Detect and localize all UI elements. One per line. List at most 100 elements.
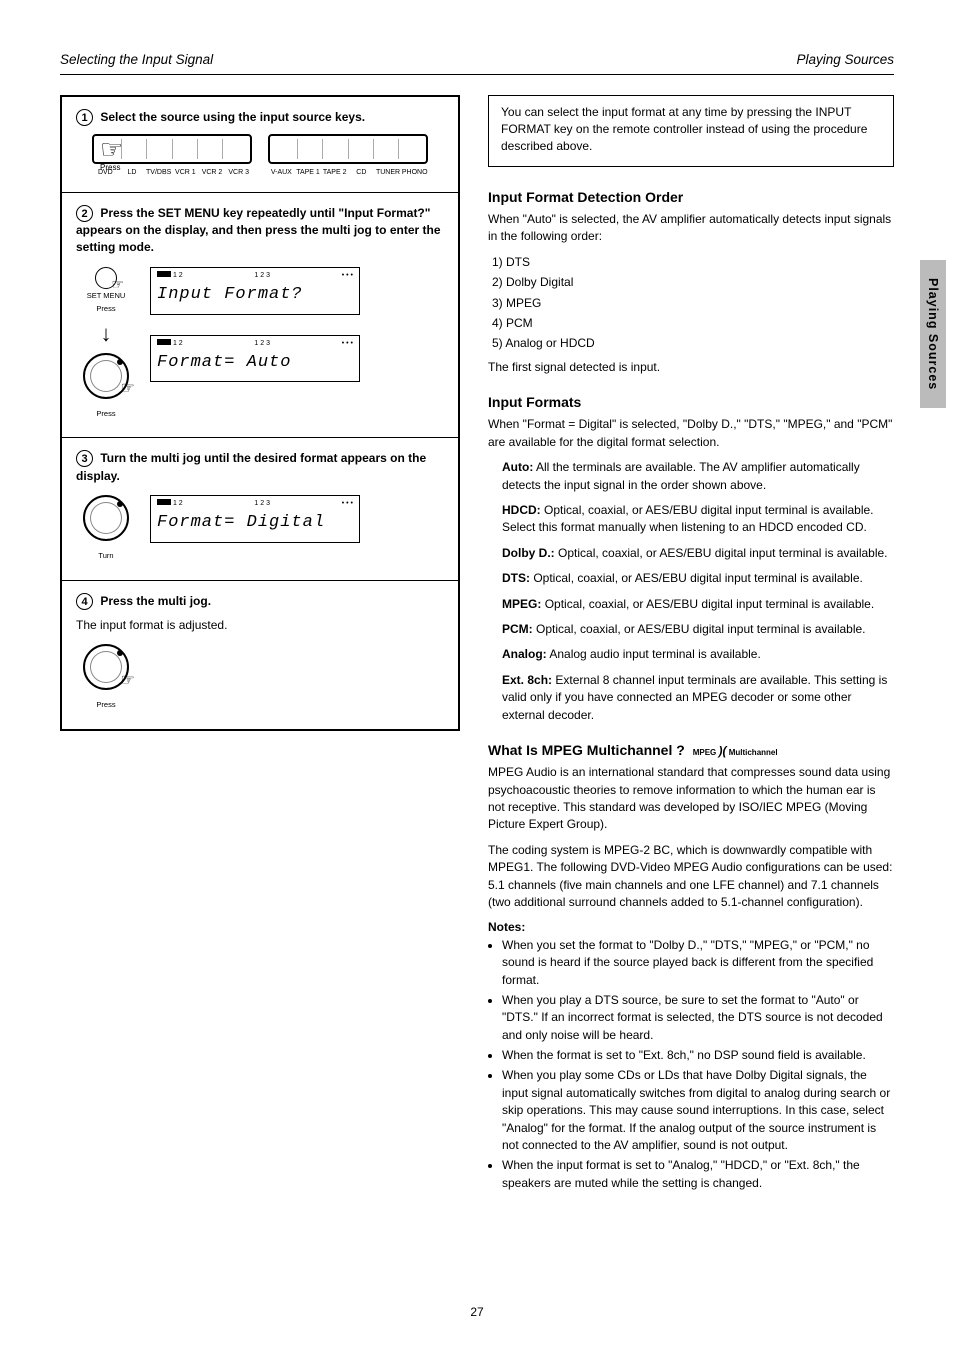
key-tape2: TAPE 2 [321, 168, 348, 178]
note-2: When you play a DTS source, be sure to s… [502, 992, 894, 1044]
lcd3-text: Format= Digital [157, 511, 353, 536]
steps-box: 1 Select the source using the input sour… [60, 95, 460, 731]
lcd3-topmid: 1 2 [173, 500, 183, 507]
mpeg-heading-text: What Is MPEG Multichannel ? [488, 742, 685, 758]
def-pcm: PCM: Optical, coaxial, or AES/EBU digita… [502, 621, 894, 638]
def-dolby-desc: Optical, coaxial, or AES/EBU digital inp… [558, 546, 888, 560]
def-ext8ch: Ext. 8ch: External 8 channel input termi… [502, 672, 894, 724]
press-label-2: Press [87, 304, 126, 315]
def-auto: Auto: All the terminals are available. T… [502, 459, 894, 494]
lcd1-text: Input Format? [157, 283, 353, 308]
note-3: When the format is set to "Ext. 8ch," no… [502, 1047, 894, 1064]
lcd1-topmid: 1 2 [173, 272, 183, 279]
header-left: Selecting the Input Signal [60, 50, 213, 70]
set-menu-key-icon[interactable]: ☞ SET MENU Press [87, 267, 126, 315]
lcd-screen-1: 1 2 1 2 3 • • • Input Format? [150, 267, 360, 315]
step-3-title: Turn the multi jog until the desired for… [76, 451, 426, 482]
order-note: The first signal detected is input. [488, 359, 894, 376]
key-vcr2: VCR 2 [199, 168, 226, 178]
def-pcm-name: PCM: [502, 622, 533, 636]
multi-jog-knob-icon[interactable] [83, 353, 129, 399]
def-dts: DTS: Optical, coaxial, or AES/EBU digita… [502, 570, 894, 587]
key-vcr1: VCR 1 [172, 168, 199, 178]
lcd1-dots: • • • [342, 271, 353, 281]
def-dolby-name: Dolby D.: [502, 546, 555, 560]
def-analog: Analog: Analog audio input terminal is a… [502, 646, 894, 663]
key-tuner: TUNER [375, 168, 402, 178]
lcd1-topmid2: 1 2 3 [254, 271, 270, 281]
note-4: When you play some CDs or LDs that have … [502, 1067, 894, 1154]
def-ext8ch-name: Ext. 8ch: [502, 673, 552, 687]
key-phono: PHONO [401, 168, 428, 178]
right-column: You can select the input format at any t… [488, 95, 894, 1199]
header-right: Playing Sources [796, 50, 894, 70]
order-para: When "Auto" is selected, the AV amplifie… [488, 211, 894, 246]
lcd2-dots: • • • [342, 339, 353, 349]
step-4-title: Press the multi jog. [100, 594, 211, 608]
step-1-title: Select the source using the input source… [100, 110, 365, 124]
page-number: 27 [0, 1304, 954, 1321]
notes-list: When you set the format to "Dolby D.," "… [502, 937, 894, 1192]
step-2: 2 Press the SET MENU key repeatedly unti… [62, 193, 458, 439]
def-hdcd: HDCD: Optical, coaxial, or AES/EBU digit… [502, 502, 894, 537]
order-item-5: 5) Analog or HDCD [492, 335, 894, 352]
step-4: 4 Press the multi jog. The input format … [62, 581, 458, 729]
order-item-3: 3) MPEG [492, 295, 894, 312]
step-1: 1 Select the source using the input sour… [62, 97, 458, 193]
def-dts-desc: Optical, coaxial, or AES/EBU digital inp… [533, 571, 863, 585]
press-label-4: Press [96, 700, 115, 711]
def-analog-desc: Analog audio input terminal is available… [549, 647, 760, 661]
def-mpeg-desc: Optical, coaxial, or AES/EBU digital inp… [545, 597, 875, 611]
def-dts-name: DTS: [502, 571, 530, 585]
order-list: 1) DTS 2) Dolby Digital 3) MPEG 4) PCM 5… [492, 254, 894, 353]
multi-jog-turn-icon[interactable] [83, 495, 129, 541]
lcd2-text: Format= Auto [157, 351, 353, 376]
def-pcm-desc: Optical, coaxial, or AES/EBU digital inp… [536, 622, 866, 636]
step-2-num: 2 [76, 205, 93, 222]
step-3-num: 3 [76, 450, 93, 467]
tip-box: You can select the input format at any t… [488, 95, 894, 167]
lcd2-topmid2: 1 2 3 [254, 339, 270, 349]
main-columns: 1 Select the source using the input sour… [60, 95, 894, 1199]
mpeg-multichannel-logo-icon: MPEG )( Multichannel [693, 743, 778, 760]
def-mpeg: MPEG: Optical, coaxial, or AES/EBU digit… [502, 596, 894, 613]
hand-icon: ☞ [100, 134, 123, 164]
def-mpeg-name: MPEG: [502, 597, 541, 611]
tip-text: You can select the input format at any t… [501, 104, 881, 156]
lcd3-dots: • • • [342, 499, 353, 509]
turn-label: Turn [98, 551, 113, 562]
def-auto-name: Auto: [502, 460, 533, 474]
def-ext8ch-desc: External 8 channel input terminals are a… [502, 673, 887, 722]
order-item-2: 2) Dolby Digital [492, 274, 894, 291]
key-tvdbs: TV/DBS [145, 168, 172, 178]
step-2-title: Press the SET MENU key repeatedly until … [76, 206, 441, 255]
lcd-screen-2: 1 2 1 2 3 • • • Format= Auto [150, 335, 360, 383]
key-vcr3: VCR 3 [225, 168, 252, 178]
key-vaux: V-AUX [268, 168, 295, 178]
key-tape1: TAPE 1 [295, 168, 322, 178]
lcd2-topmid: 1 2 [173, 340, 183, 347]
step-4-body: The input format is adjusted. [76, 617, 444, 634]
left-column: 1 Select the source using the input sour… [60, 95, 460, 731]
sidebar-tab: Playing Sources [920, 260, 946, 408]
keypad-right[interactable] [268, 134, 428, 164]
order-item-1: 1) DTS [492, 254, 894, 271]
def-hdcd-desc: Optical, coaxial, or AES/EBU digital inp… [502, 503, 874, 534]
key-cd: CD [348, 168, 375, 178]
def-hdcd-name: HDCD: [502, 503, 541, 517]
formats-heading: Input Formats [488, 392, 894, 412]
lcd-screen-3: 1 2 1 2 3 • • • Format= Digital [150, 495, 360, 543]
mpeg-p1: MPEG Audio is an international standard … [488, 764, 894, 834]
page-header: Selecting the Input Signal Playing Sourc… [60, 50, 894, 75]
mpeg-heading: What Is MPEG Multichannel ? MPEG )( Mult… [488, 740, 894, 760]
step-3: 3 Turn the multi jog until the desired f… [62, 438, 458, 581]
mpeg-p2: The coding system is MPEG-2 BC, which is… [488, 842, 894, 912]
formats-para: When "Format = Digital" is selected, "Do… [488, 416, 894, 451]
lcd3-topmid2: 1 2 3 [254, 499, 270, 509]
note-1: When you set the format to "Dolby D.," "… [502, 937, 894, 989]
order-item-4: 4) PCM [492, 315, 894, 332]
note-5: When the input format is set to "Analog,… [502, 1157, 894, 1192]
press-label-2b: Press [96, 409, 115, 420]
def-auto-desc: All the terminals are available. The AV … [502, 460, 860, 491]
multi-jog-press-icon[interactable] [83, 644, 129, 690]
